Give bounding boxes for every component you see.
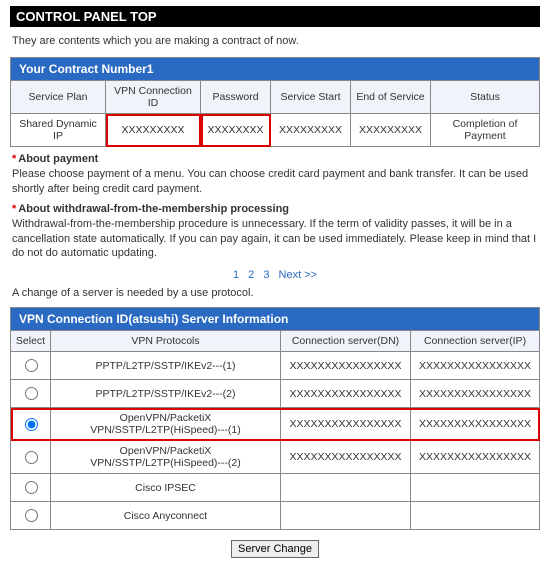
page-title-bar: CONTROL PANEL TOP [10,6,540,27]
cell-protocol: OpenVPN/PacketiX VPN/SSTP/L2TP(HiSpeed)-… [51,441,281,474]
star-icon: * [12,153,16,165]
pager-page-1[interactable]: 1 [233,269,239,281]
col-conn-dn: Connection server(DN) [281,331,411,352]
server-row: PPTP/L2TP/SSTP/IKEv2---(1)XXXXXXXXXXXXXX… [11,352,540,380]
col-protocols: VPN Protocols [51,331,281,352]
cell-conn-ip: XXXXXXXXXXXXXXXX [411,408,540,441]
server-select-radio[interactable] [25,359,38,372]
server-row: Cisco Anyconnect [11,502,540,530]
cell-end-service: XXXXXXXXX [351,114,431,147]
contract-table: Service Plan VPN Connection ID Password … [10,80,540,147]
server-select-radio[interactable] [25,387,38,400]
intro-text: They are contents which you are making a… [12,35,538,47]
server-row: Cisco IPSEC [11,474,540,502]
cell-protocol: PPTP/L2TP/SSTP/IKEv2---(1) [51,352,281,380]
payment-note-head: *About payment [12,153,538,165]
page-title: CONTROL PANEL TOP [16,9,157,24]
cell-plan: Shared Dynamic IP [11,114,106,147]
cell-conn-dn [281,502,411,530]
cell-conn-dn: XXXXXXXXXXXXXXXX [281,380,411,408]
cell-service-start: XXXXXXXXX [271,114,351,147]
button-row: Server Change [10,540,540,558]
cell-protocol: Cisco Anyconnect [51,502,281,530]
server-section-header: VPN Connection ID(atsushi) Server Inform… [10,307,540,330]
cell-conn-dn: XXXXXXXXXXXXXXXX [281,441,411,474]
cell-password: XXXXXXXX [201,114,271,147]
cell-select [11,380,51,408]
cell-protocol: PPTP/L2TP/SSTP/IKEv2---(2) [51,380,281,408]
withdraw-note-body: Withdrawal-from-the-membership procedure… [12,217,538,262]
cell-select [11,502,51,530]
server-select-radio[interactable] [25,509,38,522]
col-service-start: Service Start [271,81,351,114]
cell-conn-dn [281,474,411,502]
withdraw-note-head: *About withdrawal-from-the-membership pr… [12,203,538,215]
pager-next[interactable]: Next >> [279,269,318,281]
cell-select [11,408,51,441]
pager-page-3[interactable]: 3 [263,269,269,281]
server-row: PPTP/L2TP/SSTP/IKEv2---(2)XXXXXXXXXXXXXX… [11,380,540,408]
cell-conn-dn: XXXXXXXXXXXXXXXX [281,408,411,441]
contract-row: Shared Dynamic IP XXXXXXXXX XXXXXXXX XXX… [11,114,540,147]
server-change-note: A change of a server is needed by a use … [12,287,538,299]
cell-conn-ip: XXXXXXXXXXXXXXXX [411,380,540,408]
cell-conn-dn: XXXXXXXXXXXXXXXX [281,352,411,380]
cell-protocol: OpenVPN/PacketiX VPN/SSTP/L2TP(HiSpeed)-… [51,408,281,441]
cell-select [11,441,51,474]
pager: 1 2 3 Next >> [10,269,540,281]
payment-note-body: Please choose payment of a menu. You can… [12,167,538,197]
contract-section-header: Your Contract Number1 [10,57,540,80]
server-row: OpenVPN/PacketiX VPN/SSTP/L2TP(HiSpeed)-… [11,441,540,474]
col-password: Password [201,81,271,114]
server-header-row: Select VPN Protocols Connection server(D… [11,331,540,352]
server-select-radio[interactable] [25,418,38,431]
cell-status: Completion of Payment [431,114,540,147]
cell-select [11,352,51,380]
server-select-radio[interactable] [25,481,38,494]
server-table: Select VPN Protocols Connection server(D… [10,330,540,530]
cell-conn-ip [411,502,540,530]
cell-conn-ip: XXXXXXXXXXXXXXXX [411,352,540,380]
cell-conn-ip [411,474,540,502]
server-select-radio[interactable] [25,451,38,464]
star-icon: * [12,203,16,215]
col-conn-ip: Connection server(IP) [411,331,540,352]
contract-header-row: Service Plan VPN Connection ID Password … [11,81,540,114]
col-plan: Service Plan [11,81,106,114]
server-change-button[interactable]: Server Change [231,540,319,558]
col-status: Status [431,81,540,114]
col-vpn-id: VPN Connection ID [106,81,201,114]
cell-select [11,474,51,502]
col-select: Select [11,331,51,352]
cell-vpn-id: XXXXXXXXX [106,114,201,147]
cell-conn-ip: XXXXXXXXXXXXXXXX [411,441,540,474]
pager-page-2[interactable]: 2 [248,269,254,281]
cell-protocol: Cisco IPSEC [51,474,281,502]
col-end-service: End of Service [351,81,431,114]
server-row: OpenVPN/PacketiX VPN/SSTP/L2TP(HiSpeed)-… [11,408,540,441]
